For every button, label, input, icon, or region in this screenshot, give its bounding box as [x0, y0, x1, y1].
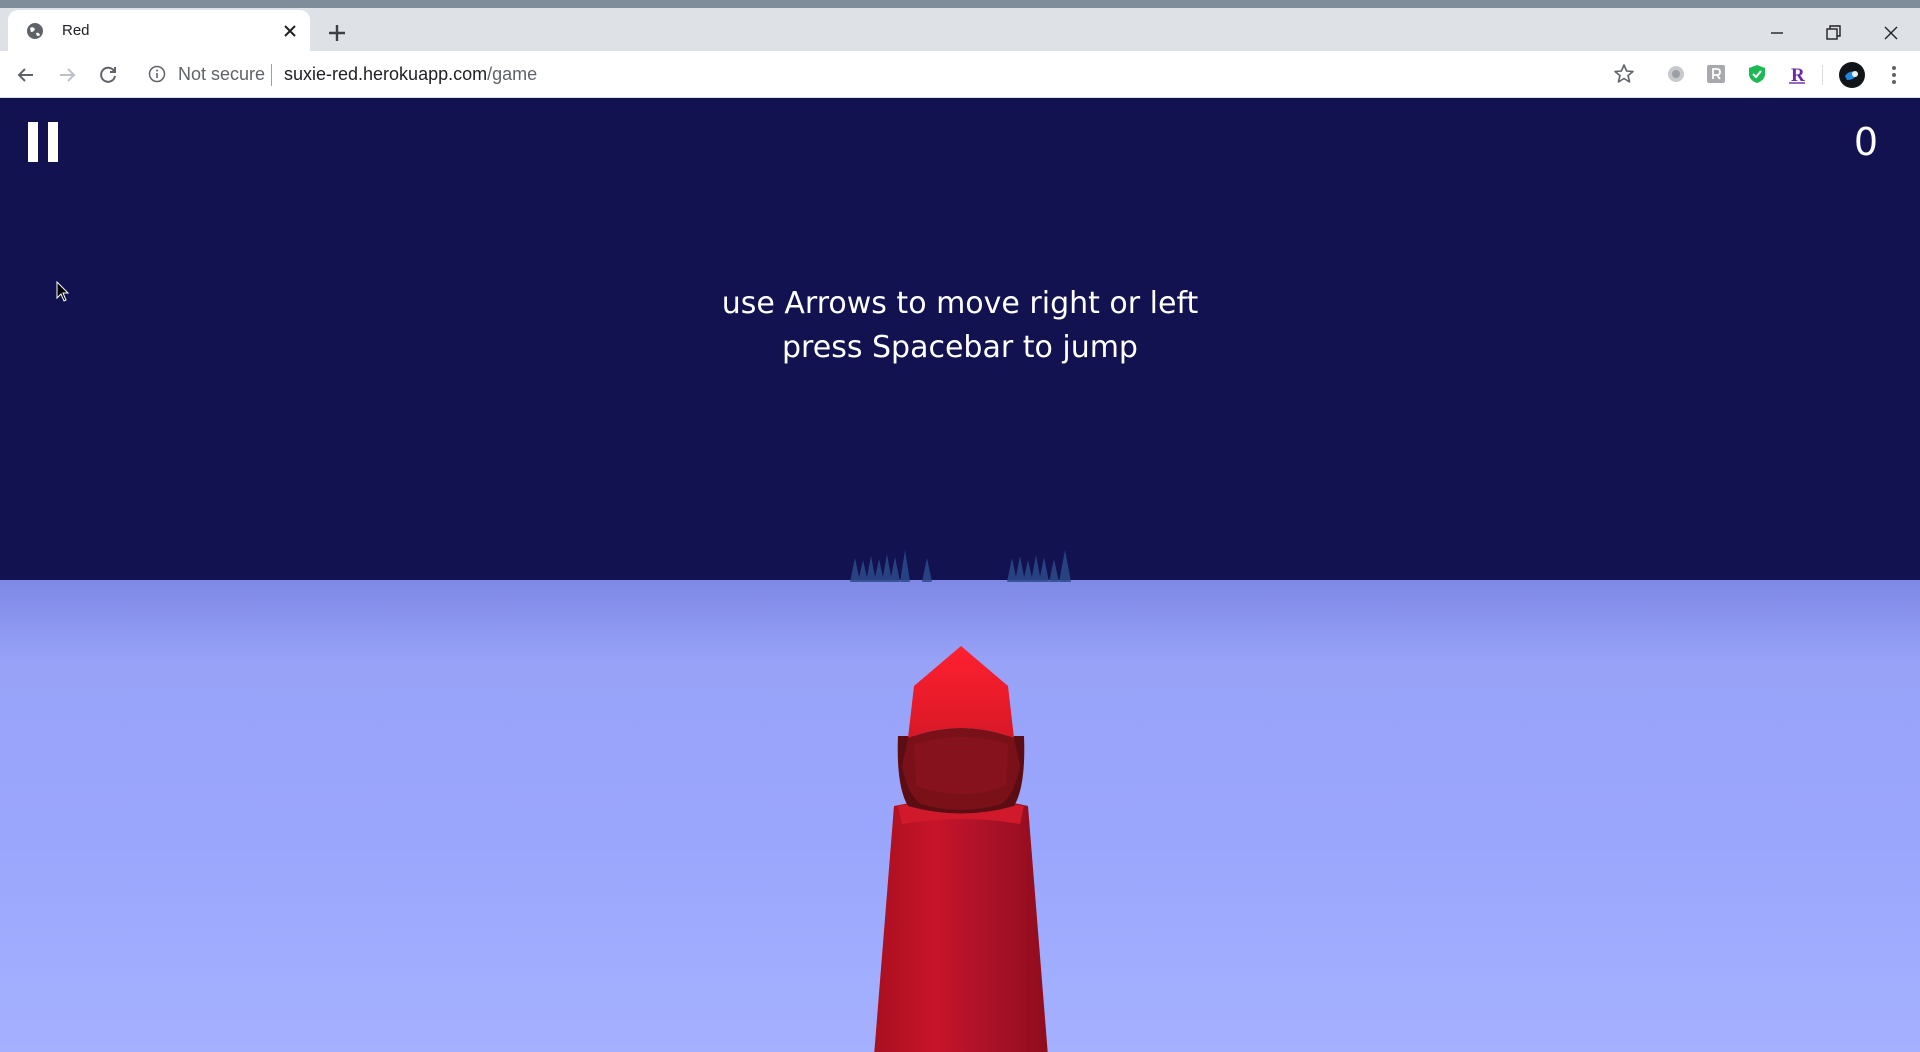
globe-icon [27, 23, 43, 39]
extension-r-box-icon[interactable] [1705, 63, 1727, 85]
info-icon[interactable] [148, 65, 166, 83]
forward-arrow-icon[interactable] [53, 61, 81, 89]
instruction-line-1: use Arrows to move right or left [721, 286, 1199, 321]
star-icon[interactable] [1612, 62, 1636, 86]
tab-red[interactable]: Red [8, 10, 310, 51]
game-canvas[interactable]: 0 use Arrows to move right or left press… [0, 98, 1920, 1052]
toolbar-divider [1822, 65, 1823, 85]
mouse-cursor [56, 281, 70, 302]
url-path: /game [487, 64, 538, 84]
plus-icon[interactable] [324, 20, 350, 46]
tab-strip: Red [0, 8, 1920, 51]
url-host: suxie-red.herokuapp.com [284, 64, 488, 84]
svg-text:R: R [1791, 65, 1805, 85]
omnibox-divider [271, 64, 272, 86]
distant-trees-left [850, 550, 932, 582]
minimize-icon[interactable] [1762, 18, 1792, 48]
browser-toolbar: Not secure suxie-red.herokuapp.com/game … [0, 51, 1920, 98]
restore-icon[interactable] [1818, 18, 1848, 48]
close-icon[interactable] [1876, 18, 1906, 48]
close-icon[interactable] [280, 21, 300, 41]
red-riding-hood-character [874, 646, 1048, 1052]
distant-trees-right [1007, 550, 1071, 582]
pause-button[interactable] [26, 122, 62, 162]
score-counter: 0 [1853, 120, 1878, 164]
r-letter-icon[interactable]: R [1786, 63, 1808, 85]
security-label: Not secure [178, 64, 266, 84]
address-bar[interactable]: Not secure suxie-red.herokuapp.com/game [140, 57, 1640, 91]
tab-title: Red [62, 22, 90, 39]
url-text[interactable]: suxie-red.herokuapp.com/game [284, 64, 537, 85]
window-frame [0, 0, 1920, 8]
pause-icon-bar [48, 122, 58, 162]
extension-gray-icon[interactable] [1665, 63, 1687, 85]
instruction-line-2: press Spacebar to jump [782, 330, 1138, 365]
back-arrow-icon[interactable] [12, 61, 40, 89]
shield-check-icon[interactable] [1746, 63, 1768, 85]
avatar-icon[interactable] [1838, 61, 1866, 89]
pause-icon [28, 122, 38, 162]
kebab-menu-icon[interactable] [1884, 63, 1904, 87]
reload-icon[interactable] [94, 61, 122, 89]
